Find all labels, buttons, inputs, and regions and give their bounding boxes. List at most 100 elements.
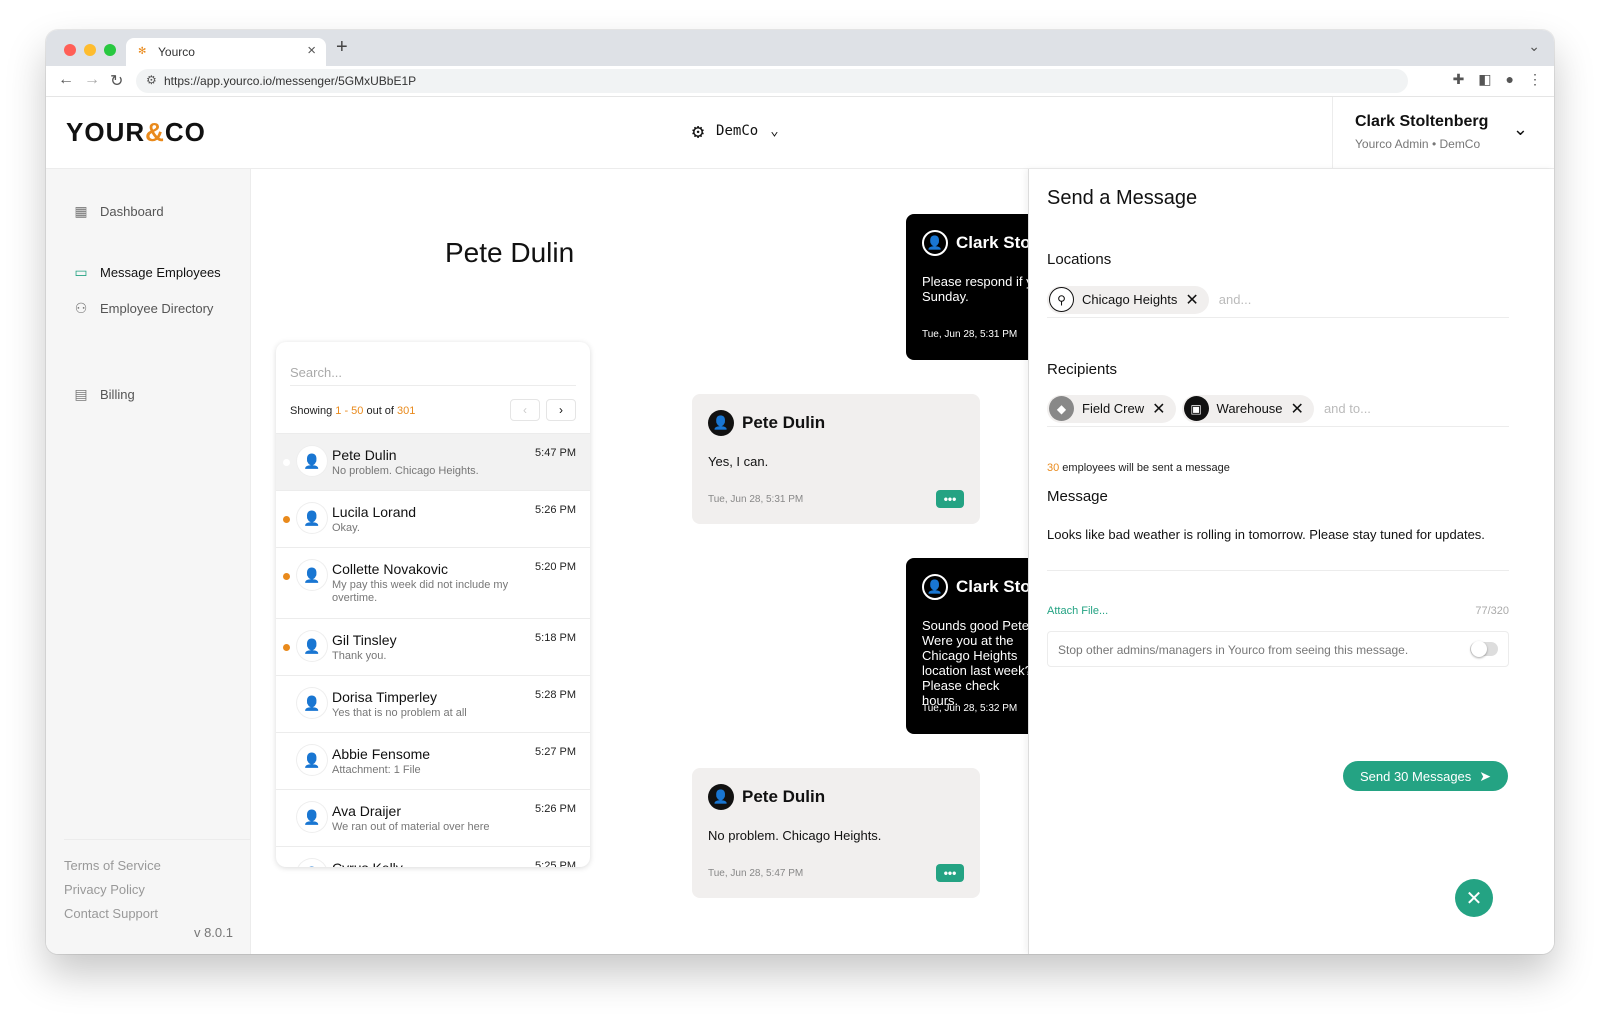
support-link[interactable]: Contact Support bbox=[64, 906, 158, 921]
app-header: YOUR&CO ⚙ DemCo ⌄ Clark Stoltenberg Your… bbox=[46, 97, 1554, 169]
next-page-button[interactable]: › bbox=[546, 399, 576, 421]
logo-text-left: YOUR bbox=[66, 117, 146, 147]
conversation-list: Showing 1 - 50 out of 301 ‹ › 👤 Pete Duli… bbox=[276, 342, 590, 867]
sidebar-item-message-employees[interactable]: ▭ Message Employees bbox=[72, 264, 220, 281]
recipients-label: Recipients bbox=[1047, 361, 1118, 378]
user-role: Yourco Admin • DemCo bbox=[1355, 137, 1481, 151]
showing-range: 1 - 50 bbox=[335, 405, 364, 417]
sender-name: Pete Dulin bbox=[742, 787, 826, 806]
remove-chip-icon[interactable]: ✕ bbox=[1185, 290, 1198, 310]
user-icon: 👤 bbox=[297, 560, 327, 590]
conversation-row[interactable]: 👤 Cyrus Kelly 5:25 PM bbox=[276, 846, 590, 867]
send-arrow-icon: ➤ bbox=[1479, 767, 1492, 784]
chip-label: Warehouse bbox=[1216, 401, 1283, 416]
remove-chip-icon[interactable]: ✕ bbox=[1291, 399, 1304, 419]
attach-file-link[interactable]: Attach File... bbox=[1047, 605, 1108, 617]
location-chip[interactable]: ⚲ Chicago Heights ✕ bbox=[1047, 285, 1209, 314]
message-text: No problem. Chicago Heights. bbox=[708, 828, 882, 843]
message-sender: 👤 Pete Dulin bbox=[708, 410, 825, 436]
message-input[interactable]: Looks like bad weather is rolling in tom… bbox=[1047, 527, 1509, 571]
extensions-icon[interactable]: ✚ bbox=[1453, 71, 1465, 88]
conversation-row[interactable]: 👤 Abbie Fensome Attachment: 1 File 5:27 PM bbox=[276, 732, 590, 789]
recipient-chip-field-crew[interactable]: ◆ Field Crew ✕ bbox=[1047, 394, 1176, 423]
tag-icon: ◆ bbox=[1049, 396, 1074, 421]
browser-tab-bar: ✻ Yourco × + ⌄ bbox=[46, 30, 1554, 66]
message-bubble-outgoing[interactable]: 👤 Clark Stoltenberg Sounds good Pete. We… bbox=[906, 558, 1028, 734]
row-time: 5:26 PM bbox=[535, 803, 576, 815]
tab-title: Yourco bbox=[158, 45, 195, 59]
conversation-row[interactable]: 👤 Pete Dulin No problem. Chicago Heights. 5… bbox=[276, 433, 590, 490]
unread-dot bbox=[283, 701, 290, 708]
maximize-window-button[interactable] bbox=[104, 44, 116, 56]
close-panel-button[interactable]: ✕ bbox=[1455, 879, 1493, 917]
message-text: Yes, I can. bbox=[708, 454, 769, 469]
user-icon: 👤 bbox=[297, 688, 327, 718]
site-info-icon[interactable]: ⚙ bbox=[146, 73, 157, 87]
tab-search-icon[interactable]: ⌄ bbox=[1528, 38, 1540, 55]
browser-window: ✻ Yourco × + ⌄ ← → ↻ ⚙ https://app.yourc… bbox=[46, 30, 1554, 954]
row-preview: Attachment: 1 File bbox=[332, 764, 421, 776]
message-sender: 👤 Pete Dulin bbox=[708, 784, 825, 810]
close-window-button[interactable] bbox=[64, 44, 76, 56]
back-icon[interactable]: ← bbox=[58, 71, 74, 89]
sidebar-item-dashboard[interactable]: ▦ Dashboard bbox=[72, 203, 163, 220]
message-bubble-incoming[interactable]: 👤 Pete Dulin No problem. Chicago Heights… bbox=[692, 768, 980, 898]
recipients-field[interactable]: ◆ Field Crew ✕ ▣ Warehouse ✕ and to... bbox=[1047, 391, 1509, 427]
location-pin-icon: ⚲ bbox=[1049, 287, 1074, 312]
conversation-row[interactable]: 👤 Gil Tinsley Thank you. 5:18 PM bbox=[276, 618, 590, 675]
sidebar: ▦ Dashboard ▭ Message Employees ⚇ Employ… bbox=[46, 169, 251, 954]
locations-more-placeholder[interactable]: and... bbox=[1219, 292, 1252, 307]
send-message-panel: Send a Message Locations ⚲ Chicago Heigh… bbox=[1028, 169, 1554, 954]
recipient-chip-warehouse[interactable]: ▣ Warehouse ✕ bbox=[1181, 394, 1314, 423]
prev-page-button[interactable]: ‹ bbox=[510, 399, 540, 421]
send-messages-button[interactable]: Send 30 Messages ➤ bbox=[1343, 761, 1508, 791]
profile-icon[interactable]: ● bbox=[1506, 71, 1514, 88]
people-icon: ⚇ bbox=[74, 300, 88, 316]
more-options-button[interactable]: ••• bbox=[936, 490, 964, 508]
more-options-button[interactable]: ••• bbox=[936, 864, 964, 882]
forward-icon[interactable]: → bbox=[84, 71, 100, 89]
user-menu[interactable]: Clark Stoltenberg Yourco Admin • DemCo ⌄ bbox=[1332, 97, 1554, 169]
minimize-window-button[interactable] bbox=[84, 44, 96, 56]
recipients-more-placeholder[interactable]: and to... bbox=[1324, 401, 1371, 416]
company-switcher[interactable]: ⚙ DemCo ⌄ bbox=[692, 119, 779, 143]
yourco-logo[interactable]: YOUR&CO bbox=[66, 117, 206, 148]
message-text: Please respond if you can work overtime … bbox=[922, 274, 1028, 304]
close-tab-icon[interactable]: × bbox=[307, 42, 316, 59]
row-time: 5:18 PM bbox=[535, 632, 576, 644]
browser-menu-icon[interactable]: ⋮ bbox=[1528, 71, 1542, 88]
reload-icon[interactable]: ↻ bbox=[110, 71, 123, 91]
message-label: Message bbox=[1047, 488, 1108, 505]
sidebar-item-label: Employee Directory bbox=[100, 301, 214, 316]
new-tab-icon[interactable]: + bbox=[336, 36, 348, 59]
url-field[interactable]: ⚙ https://app.yourco.io/messenger/5GMxUB… bbox=[136, 69, 1408, 93]
browser-tab[interactable]: ✻ Yourco × bbox=[126, 38, 326, 66]
conversation-row[interactable]: 👤 Collette Novakovic My pay this week did … bbox=[276, 547, 590, 618]
privacy-text: Stop other admins/managers in Yourco fro… bbox=[1058, 643, 1409, 657]
locations-field[interactable]: ⚲ Chicago Heights ✕ and... bbox=[1047, 282, 1509, 318]
chevron-down-icon: ⌄ bbox=[770, 123, 779, 139]
privacy-toggle[interactable] bbox=[1470, 641, 1498, 657]
sidepanel-icon[interactable]: ◧ bbox=[1478, 71, 1491, 88]
row-preview: Yes that is no problem at all bbox=[332, 707, 467, 719]
conversation-row[interactable]: 👤 Ava Draijer We ran out of material over … bbox=[276, 789, 590, 846]
message-sender: 👤 Clark Stoltenberg bbox=[922, 230, 1028, 256]
remove-chip-icon[interactable]: ✕ bbox=[1152, 399, 1165, 419]
message-bubble-incoming[interactable]: 👤 Pete Dulin Yes, I can. Tue, Jun 28, 5:… bbox=[692, 394, 980, 524]
row-name: Pete Dulin bbox=[332, 447, 397, 463]
conversation-row[interactable]: 👤 Lucila Lorand Okay. 5:26 PM bbox=[276, 490, 590, 547]
privacy-link[interactable]: Privacy Policy bbox=[64, 882, 145, 897]
terms-link[interactable]: Terms of Service bbox=[64, 858, 161, 873]
character-count: 77/320 bbox=[1475, 605, 1509, 617]
search-input[interactable] bbox=[290, 360, 576, 386]
sidebar-item-billing[interactable]: ▤ Billing bbox=[72, 386, 134, 403]
message-bubble-outgoing[interactable]: 👤 Clark Stoltenberg Please respond if yo… bbox=[906, 214, 1028, 360]
row-name: Gil Tinsley bbox=[332, 632, 397, 648]
message-time: Tue, Jun 28, 5:31 PM bbox=[708, 494, 804, 505]
user-icon: 👤 bbox=[297, 745, 327, 775]
row-name: Ava Draijer bbox=[332, 803, 401, 819]
conversation-row[interactable]: 👤 Dorisa Timperley Yes that is no problem … bbox=[276, 675, 590, 732]
dashboard-icon: ▦ bbox=[74, 203, 88, 219]
sidebar-item-employee-directory[interactable]: ⚇ Employee Directory bbox=[72, 300, 214, 317]
user-icon: 👤 bbox=[297, 802, 327, 832]
